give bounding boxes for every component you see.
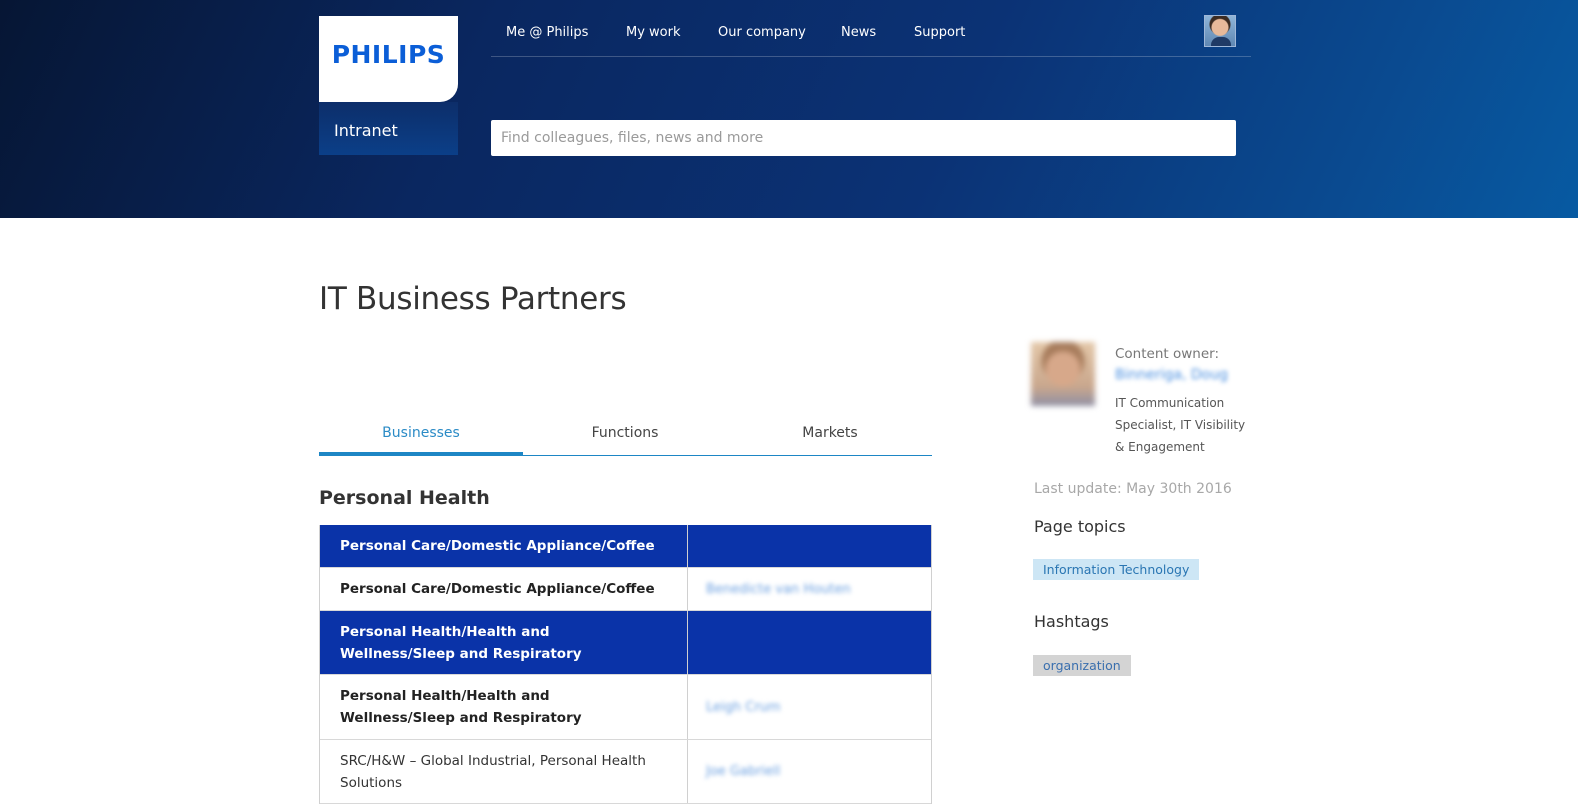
topic-tag[interactable]: Information Technology <box>1033 559 1200 580</box>
table-row-header: Personal Health/Health and Wellness/Slee… <box>320 611 931 675</box>
hashtag-tag[interactable]: organization <box>1033 655 1131 676</box>
intranet-label: Intranet <box>334 121 398 140</box>
table-cell-business: Personal Care/Domestic Appliance/Coffee <box>320 525 688 567</box>
table-cell-business: Personal Health/Health and Wellness/Slee… <box>320 675 688 739</box>
table-cell-business: Personal Care/Domestic Appliance/Coffee <box>320 568 688 610</box>
nav-my-work[interactable]: My work <box>626 25 681 40</box>
table-cell-business: Personal Health/Health and Wellness/Slee… <box>320 611 688 674</box>
content-owner-photo <box>1031 342 1095 406</box>
tab-markets[interactable]: Markets <box>728 414 932 456</box>
contact-link[interactable]: Leigh Crum <box>706 700 781 715</box>
section-title: Personal Health <box>319 487 490 509</box>
philips-intranet-logo[interactable]: PHILIPS Intranet <box>319 16 458 155</box>
intranet-label-box: Intranet <box>319 102 458 155</box>
search-input[interactable] <box>491 120 1236 156</box>
page-topics-heading: Page topics <box>1034 517 1126 536</box>
table-row: Personal Health/Health and Wellness/Slee… <box>320 675 931 740</box>
table-cell-contact: Benedicte van Houten <box>688 568 931 610</box>
tab-functions[interactable]: Functions <box>523 414 727 456</box>
page-title: IT Business Partners <box>319 281 627 317</box>
table-row: Personal Care/Domestic Appliance/Coffee … <box>320 568 931 611</box>
table-row-header: Personal Care/Domestic Appliance/Coffee <box>320 525 931 568</box>
nav-our-company[interactable]: Our company <box>718 25 806 40</box>
tab-bar: Businesses Functions Markets <box>319 414 932 456</box>
site-header: PHILIPS Intranet Me @ Philips My work Ou… <box>0 0 1578 218</box>
contact-link[interactable]: Benedicte van Houten <box>706 582 851 597</box>
hashtags-heading: Hashtags <box>1034 612 1109 631</box>
nav-me-at-philips[interactable]: Me @ Philips <box>506 25 588 40</box>
top-navigation: Me @ Philips My work Our company News Su… <box>491 0 1251 57</box>
tab-businesses[interactable]: Businesses <box>319 414 523 455</box>
table-cell-contact <box>688 525 931 567</box>
logo-shield: PHILIPS <box>319 16 458 102</box>
content-owner-name[interactable]: Binneriga, Doug <box>1115 367 1228 383</box>
table-cell-business: SRC/H&W – Global Industrial, Personal He… <box>320 740 688 803</box>
philips-wordmark: PHILIPS <box>331 40 446 69</box>
partners-table: Personal Care/Domestic Appliance/Coffee … <box>319 525 932 804</box>
table-cell-contact <box>688 611 931 674</box>
content-owner-role: IT Communication Specialist, IT Visibili… <box>1115 396 1246 454</box>
table-cell-contact: Joe Gabriell <box>688 740 931 803</box>
user-avatar[interactable] <box>1204 15 1236 47</box>
contact-link[interactable]: Joe Gabriell <box>706 764 780 779</box>
content-owner-label: Content owner: <box>1115 346 1220 362</box>
last-update: Last update: May 30th 2016 <box>1034 481 1232 497</box>
nav-news[interactable]: News <box>841 25 876 40</box>
table-row: SRC/H&W – Global Industrial, Personal He… <box>320 740 931 804</box>
table-cell-contact: Leigh Crum <box>688 675 931 739</box>
nav-support[interactable]: Support <box>914 25 965 40</box>
